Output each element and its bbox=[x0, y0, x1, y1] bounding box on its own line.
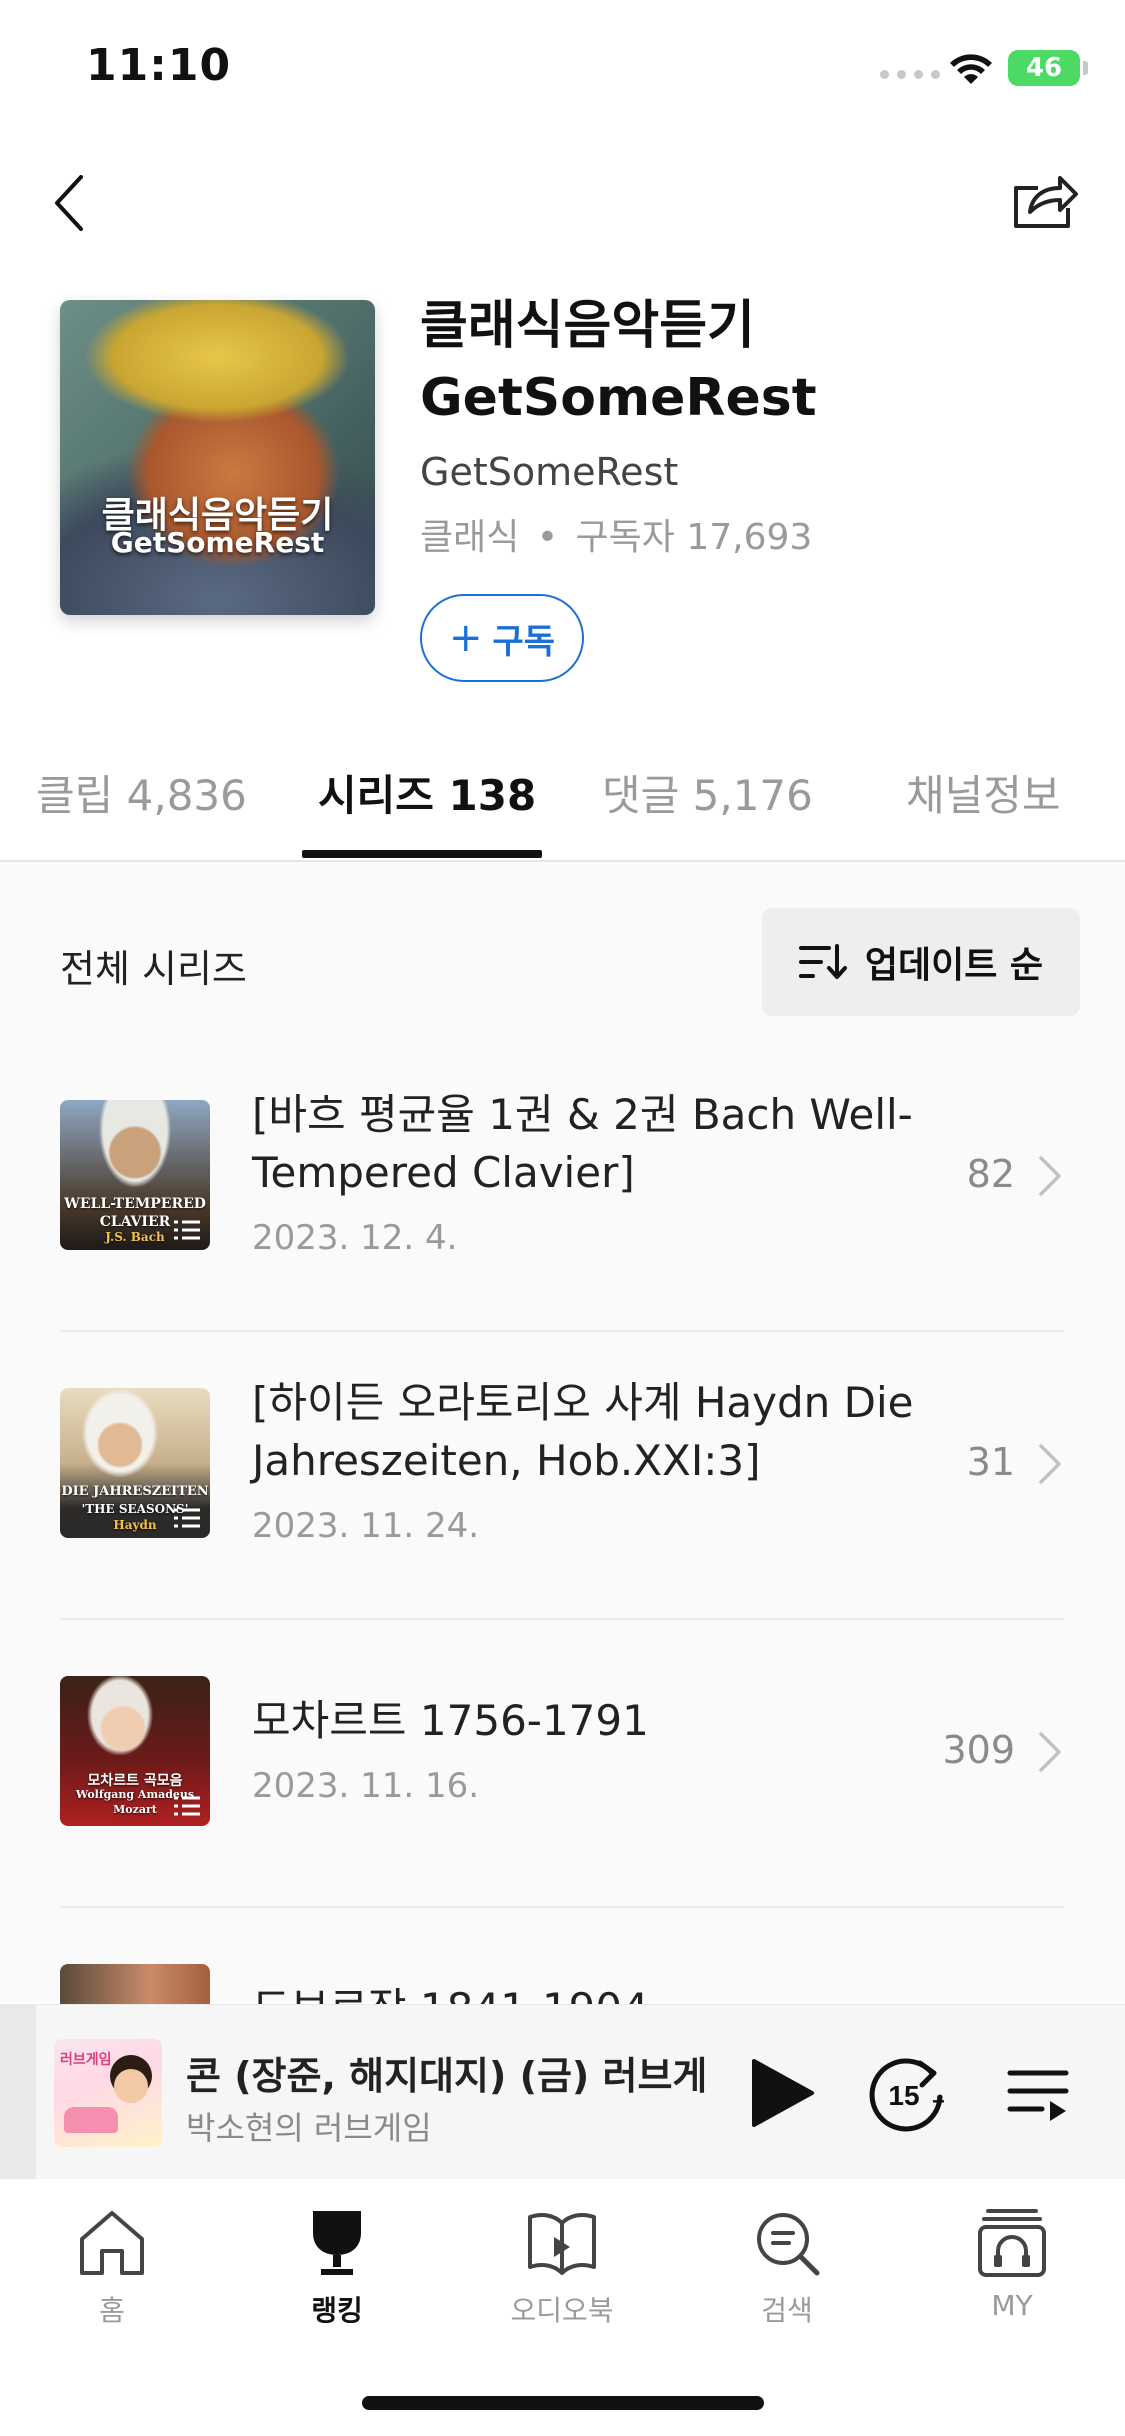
series-thumbnail: DIE JAHRESZEITEN 'THE SEASONS' Haydn bbox=[60, 1388, 210, 1538]
meta-separator: • bbox=[536, 517, 559, 558]
mini-player-accent bbox=[0, 2005, 36, 2180]
episode-count: 82 bbox=[966, 1152, 1015, 1196]
series-title: [하이든 오라토리오 사계 Haydn Die Jahreszeiten, Ho… bbox=[252, 1378, 914, 1485]
channel-title: 클래식음악듣기 GetSomeRest bbox=[420, 296, 817, 428]
plus-icon: + bbox=[932, 2089, 945, 2114]
chevron-left-icon bbox=[55, 175, 83, 231]
play-button[interactable] bbox=[740, 2053, 820, 2133]
channel-owner[interactable]: GetSomeRest bbox=[420, 450, 678, 494]
tabbar-audiobook[interactable]: 오디오북 bbox=[502, 2205, 622, 2329]
series-item[interactable]: DIE JAHRESZEITEN 'THE SEASONS' Haydn [하이… bbox=[60, 1332, 1065, 1620]
series-item[interactable]: 모차르트 곡모음 Wolfgang Amadeus Mozart 모차르트 17… bbox=[60, 1620, 1065, 1908]
tab-channel-info[interactable]: 채널정보 bbox=[906, 762, 1061, 823]
now-playing-subtitle: 박소현의 러브게임 bbox=[186, 2109, 432, 2147]
sort-icon bbox=[798, 944, 847, 979]
series-thumbnail: WELL-TEMPERED CLAVIER J.S. Bach bbox=[60, 1100, 210, 1250]
subscribe-button[interactable]: + 구독 bbox=[420, 594, 584, 682]
tabbar-label: 검색 bbox=[761, 2294, 813, 2327]
channel-cover-image: 클래식음악듣기 GetSomeRest bbox=[60, 300, 375, 615]
status-bar: 11:10 46 bbox=[0, 0, 1125, 130]
thumb-caption: 모차르트 곡모음 bbox=[87, 1773, 183, 1789]
host-image bbox=[114, 2069, 148, 2103]
skip-forward-15-button[interactable]: 15 + bbox=[862, 2049, 950, 2137]
battery-level: 46 bbox=[1025, 53, 1063, 83]
signal-icon bbox=[880, 70, 940, 79]
sort-label: 업데이트 순 bbox=[864, 945, 1044, 986]
subscribe-label: 구독 bbox=[492, 621, 556, 662]
home-icon bbox=[80, 2211, 144, 2275]
series-date: 2023. 11. 16. bbox=[252, 1766, 480, 1806]
section-label: 전체 시리즈 bbox=[60, 947, 247, 991]
cover-subtext: GetSomeRest bbox=[110, 526, 325, 559]
tabbar-label: 랭킹 bbox=[311, 2294, 363, 2327]
search-icon bbox=[757, 2213, 820, 2276]
channel-meta: 클래식 • 구독자 17,693 bbox=[420, 508, 812, 560]
wifi-icon bbox=[950, 54, 992, 84]
share-button[interactable] bbox=[1005, 160, 1085, 240]
playlist-icon bbox=[174, 1796, 200, 1816]
tabbar-ranking[interactable]: 랭킹 bbox=[277, 2205, 397, 2329]
thumb-caption: DIE JAHRESZEITEN bbox=[61, 1484, 209, 1499]
series-thumbnail: 모차르트 곡모음 Wolfgang Amadeus Mozart bbox=[60, 1676, 210, 1826]
mini-player[interactable]: 러브게임 콘 (장준, 해지대지) (금) 러브게임 박소현의 러브게임 15 … bbox=[0, 2004, 1125, 2180]
tabbar-my[interactable]: MY bbox=[952, 2205, 1072, 2322]
tabbar-search[interactable]: 검색 bbox=[727, 2205, 847, 2329]
home-indicator bbox=[362, 2396, 764, 2410]
playlist-queue-button[interactable] bbox=[1006, 2061, 1070, 2125]
my-library-icon bbox=[978, 2209, 1046, 2277]
chevron-right-icon bbox=[1039, 1444, 1061, 1484]
tabbar-home[interactable]: 홈 bbox=[52, 2205, 172, 2329]
plus-icon: + bbox=[448, 615, 483, 661]
subscriber-count: 구독자 17,693 bbox=[575, 517, 813, 558]
tabbar-label: MY bbox=[991, 2289, 1033, 2322]
sort-button[interactable]: 업데이트 순 bbox=[762, 908, 1080, 1016]
tabbar-label: 홈 bbox=[99, 2294, 125, 2327]
series-item[interactable]: WELL-TEMPERED CLAVIER J.S. Bach [바흐 평균율 … bbox=[60, 1044, 1065, 1332]
series-date: 2023. 12. 4. bbox=[252, 1218, 458, 1258]
status-time: 11:10 bbox=[86, 40, 232, 91]
sofa-image bbox=[64, 2107, 118, 2133]
trophy-icon bbox=[313, 2211, 361, 2275]
battery-icon: 46 bbox=[1008, 50, 1088, 86]
now-playing-title: 콘 (장준, 해지대지) (금) 러브게임 bbox=[186, 2054, 706, 2098]
chevron-right-icon bbox=[1039, 1732, 1061, 1772]
series-title: 모차르트 1756-1791 bbox=[252, 1696, 649, 1745]
now-playing-thumbnail: 러브게임 bbox=[54, 2039, 162, 2147]
skip-label: 15 bbox=[888, 2080, 919, 2111]
channel-category: 클래식 bbox=[420, 517, 520, 558]
episode-count: 309 bbox=[942, 1728, 1015, 1772]
thumb-caption: WELL-TEMPERED bbox=[64, 1196, 206, 1212]
active-tab-indicator bbox=[302, 850, 542, 858]
thumb-label: 러브게임 bbox=[60, 2052, 112, 2068]
playlist-icon bbox=[174, 1508, 200, 1528]
chevron-right-icon bbox=[1039, 1156, 1061, 1196]
series-title: [바흐 평균율 1권 & 2권 Bach Well-Tempered Clavi… bbox=[252, 1090, 913, 1197]
series-date: 2023. 11. 24. bbox=[252, 1506, 480, 1546]
back-button[interactable] bbox=[44, 168, 94, 238]
tab-series[interactable]: 시리즈 138 bbox=[318, 762, 536, 823]
channel-tabs: 클립 4,836 시리즈 138 댓글 5,176 채널정보 bbox=[0, 752, 1125, 862]
tab-comments[interactable]: 댓글 5,176 bbox=[602, 762, 813, 823]
tabbar-label: 오디오북 bbox=[510, 2294, 614, 2327]
playlist-icon bbox=[174, 1220, 200, 1240]
tab-clips[interactable]: 클립 4,836 bbox=[36, 762, 247, 823]
share-icon bbox=[1014, 176, 1078, 228]
episode-count: 31 bbox=[966, 1440, 1015, 1484]
audiobook-icon bbox=[528, 2213, 596, 2275]
